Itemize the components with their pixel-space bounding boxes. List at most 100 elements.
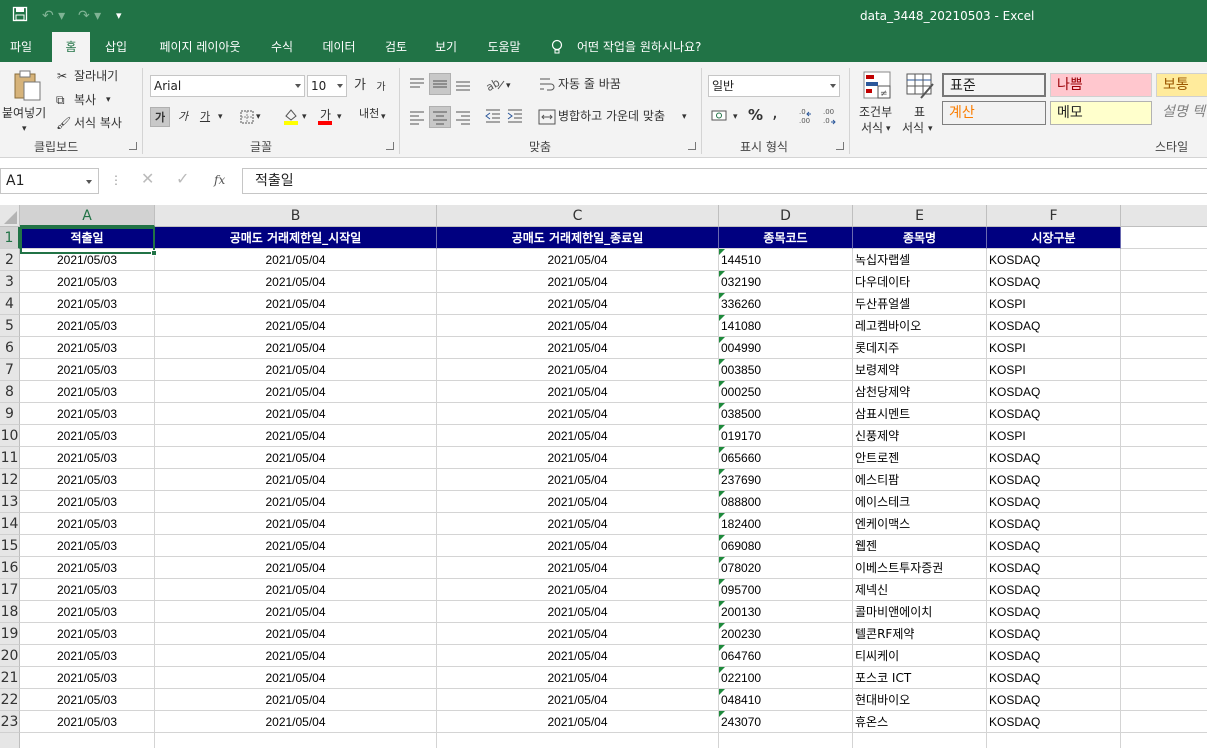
table-cell[interactable]: 032190 — [719, 271, 853, 293]
table-cell[interactable]: 삼표시멘트 — [853, 403, 987, 425]
table-cell[interactable]: 243070 — [719, 711, 853, 733]
increase-indent-icon[interactable] — [506, 108, 524, 127]
table-cell[interactable]: 2021/05/04 — [437, 359, 719, 381]
table-cell[interactable]: 2021/05/04 — [437, 623, 719, 645]
empty-cell[interactable] — [719, 733, 853, 748]
tab-page-layout[interactable]: 페이지 레이아웃 — [148, 32, 252, 62]
percent-style-icon[interactable]: % — [748, 107, 763, 123]
empty-cell[interactable] — [1121, 711, 1207, 733]
row-header[interactable]: 5 — [0, 315, 20, 337]
header-cell[interactable]: 종목명 — [853, 227, 987, 249]
align-top-icon[interactable] — [408, 76, 426, 95]
table-cell[interactable]: 2021/05/04 — [155, 425, 437, 447]
table-cell[interactable]: 144510 — [719, 249, 853, 271]
redo-icon[interactable]: ↷ ▾ — [78, 6, 101, 26]
number-format-select[interactable]: 일반 — [708, 75, 840, 97]
table-cell[interactable]: 2021/05/04 — [155, 601, 437, 623]
tab-insert[interactable]: 삽입 — [98, 32, 134, 62]
empty-cell[interactable] — [1121, 689, 1207, 711]
wrap-text-icon[interactable] — [538, 75, 556, 96]
row-header[interactable]: 4 — [0, 293, 20, 315]
table-cell[interactable]: 2021/05/04 — [155, 469, 437, 491]
table-cell[interactable]: 티씨케이 — [853, 645, 987, 667]
column-header-f[interactable]: F — [987, 205, 1121, 227]
table-cell[interactable]: KOSDAQ — [987, 557, 1121, 579]
table-cell[interactable]: 안트로젠 — [853, 447, 987, 469]
table-cell[interactable]: 078020 — [719, 557, 853, 579]
table-cell[interactable]: 엔케이맥스 — [853, 513, 987, 535]
row-header[interactable]: 21 — [0, 667, 20, 689]
table-cell[interactable]: 2021/05/04 — [437, 469, 719, 491]
header-cell[interactable]: 공매도 거래제한일_종료일 — [437, 227, 719, 249]
column-header-d[interactable]: D — [719, 205, 853, 227]
table-cell[interactable]: 2021/05/03 — [20, 469, 155, 491]
row-header[interactable]: 11 — [0, 447, 20, 469]
empty-cell[interactable] — [1121, 557, 1207, 579]
header-cell[interactable]: 시장구분 — [987, 227, 1121, 249]
table-cell[interactable]: 2021/05/04 — [437, 711, 719, 733]
table-cell[interactable]: 048410 — [719, 689, 853, 711]
fill-handle[interactable] — [151, 250, 157, 256]
paste-label[interactable]: 붙여넣기 — [2, 105, 46, 121]
empty-cell[interactable] — [437, 733, 719, 748]
format-as-table-label-1[interactable]: 표 — [914, 104, 925, 120]
orientation-icon[interactable]: ab — [484, 75, 506, 96]
tab-help[interactable]: 도움말 — [478, 32, 530, 62]
row-header[interactable]: 15 — [0, 535, 20, 557]
phonetic-guide-button[interactable]: 내천 — [359, 106, 379, 122]
table-cell[interactable]: 2021/05/04 — [155, 337, 437, 359]
table-cell[interactable]: KOSPI — [987, 425, 1121, 447]
format-painter-button[interactable]: 서식 복사 — [74, 115, 122, 131]
table-cell[interactable]: KOSDAQ — [987, 381, 1121, 403]
italic-button[interactable]: 가 — [173, 107, 193, 127]
table-cell[interactable]: KOSDAQ — [987, 711, 1121, 733]
underline-button[interactable]: 가 — [195, 107, 215, 127]
empty-cell[interactable] — [1121, 359, 1207, 381]
style-explanatory[interactable]: 설명 텍 — [1156, 101, 1207, 125]
table-cell[interactable]: 022100 — [719, 667, 853, 689]
table-cell[interactable]: 2021/05/04 — [155, 645, 437, 667]
row-header[interactable]: 20 — [0, 645, 20, 667]
table-cell[interactable]: 2021/05/04 — [155, 689, 437, 711]
table-cell[interactable]: 제넥신 — [853, 579, 987, 601]
table-cell[interactable]: 2021/05/03 — [20, 381, 155, 403]
table-cell[interactable]: 2021/05/04 — [437, 403, 719, 425]
table-cell[interactable]: 2021/05/04 — [437, 601, 719, 623]
worksheet-grid[interactable]: A B C D E F 1 적출일 공매도 거래제한일_시작일 공매도 거래제한일_종료일 종목코드… — [0, 205, 1207, 748]
shrink-font-button[interactable]: 가 — [371, 78, 391, 98]
row-header[interactable]: 13 — [0, 491, 20, 513]
table-cell[interactable]: 000250 — [719, 381, 853, 403]
decrease-decimal-icon[interactable]: .00.0 — [820, 106, 842, 129]
table-cell[interactable]: 2021/05/03 — [20, 667, 155, 689]
table-cell[interactable]: 녹십자랩셀 — [853, 249, 987, 271]
table-cell[interactable]: 004990 — [719, 337, 853, 359]
fill-color-icon[interactable] — [282, 107, 300, 128]
table-cell[interactable]: 2021/05/04 — [155, 513, 437, 535]
table-cell[interactable]: 텔콘RF제약 — [853, 623, 987, 645]
table-cell[interactable]: 2021/05/04 — [155, 403, 437, 425]
table-cell[interactable]: 2021/05/04 — [437, 667, 719, 689]
table-cell[interactable]: KOSDAQ — [987, 579, 1121, 601]
comma-style-icon[interactable]: , — [772, 104, 778, 122]
table-cell[interactable]: 포스코 ICT — [853, 667, 987, 689]
empty-cell[interactable] — [20, 733, 155, 748]
empty-cell[interactable] — [1121, 337, 1207, 359]
table-cell[interactable]: KOSDAQ — [987, 601, 1121, 623]
font-color-dropdown-icon[interactable]: ▾ — [337, 109, 342, 125]
row-header[interactable]: 1 — [0, 227, 20, 249]
insert-function-icon[interactable]: fx — [214, 172, 225, 188]
table-cell[interactable]: KOSDAQ — [987, 315, 1121, 337]
decrease-indent-icon[interactable] — [484, 108, 502, 127]
conditional-formatting-icon[interactable]: ≠ — [862, 70, 892, 103]
table-cell[interactable]: 2021/05/04 — [437, 249, 719, 271]
style-normal[interactable]: 표준 — [942, 73, 1046, 97]
tab-home[interactable]: 홈 — [52, 32, 90, 62]
table-cell[interactable]: KOSDAQ — [987, 249, 1121, 271]
empty-cell[interactable] — [1121, 249, 1207, 271]
copy-button[interactable]: 복사 — [74, 92, 96, 108]
row-header[interactable]: 12 — [0, 469, 20, 491]
table-cell[interactable]: 2021/05/04 — [437, 271, 719, 293]
table-cell[interactable]: KOSDAQ — [987, 689, 1121, 711]
merge-center-button[interactable]: 병합하고 가운데 맞춤 — [558, 108, 665, 124]
table-cell[interactable]: 2021/05/04 — [437, 557, 719, 579]
